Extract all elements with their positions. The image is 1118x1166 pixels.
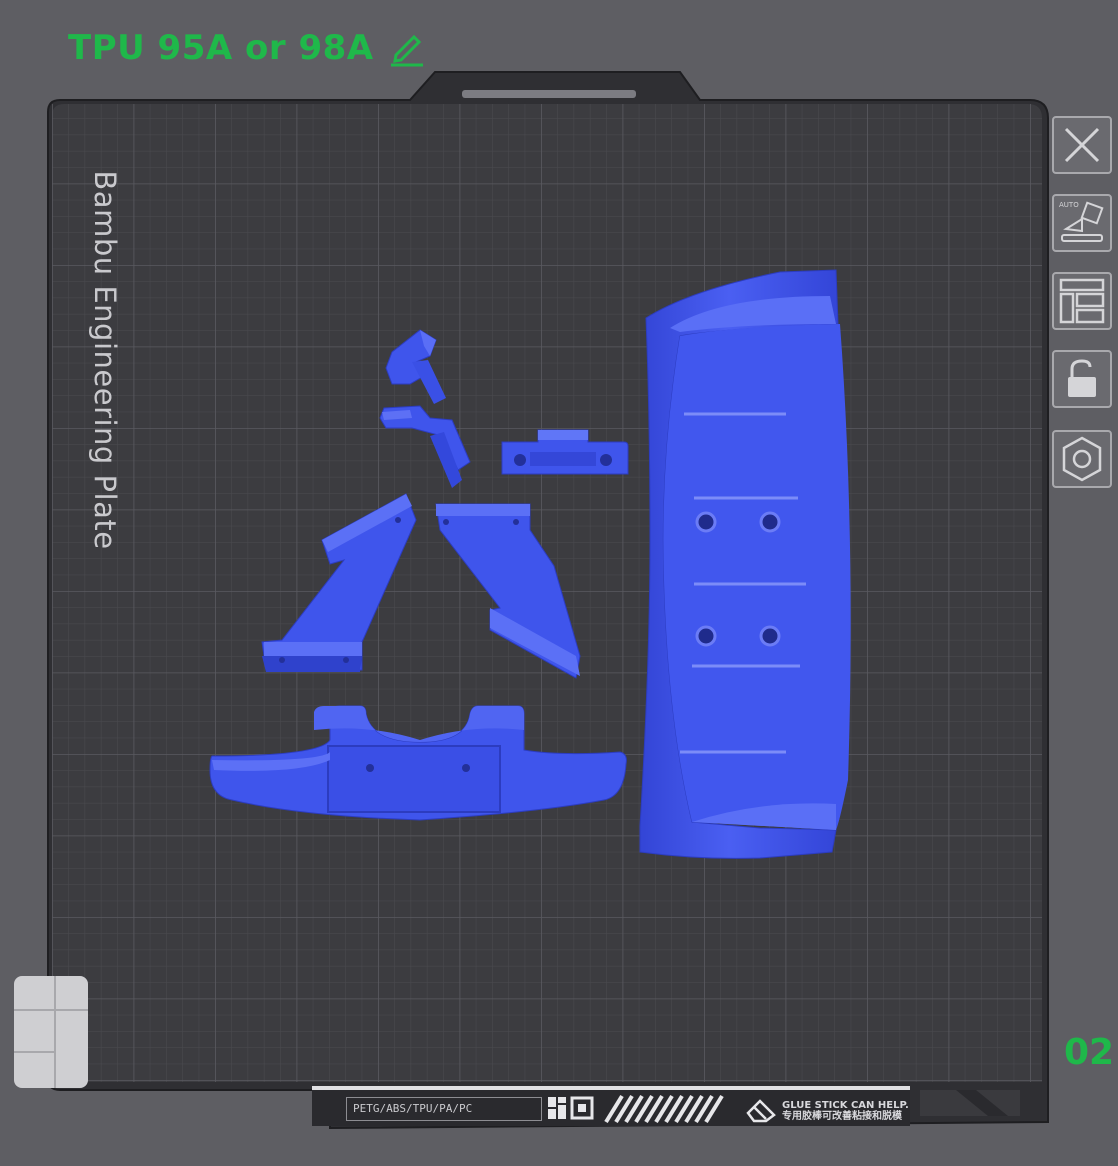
auto-orient-icon: AUTO <box>1059 201 1104 242</box>
auto-badge-text: AUTO <box>1059 201 1079 209</box>
arrange-button[interactable] <box>1052 272 1112 330</box>
plate-type-label: Bambu Engineering Plate <box>88 170 122 550</box>
plate-handle <box>462 90 636 98</box>
build-plate-viewport[interactable] <box>0 0 1118 1166</box>
arrange-icon <box>1059 278 1105 324</box>
glue-stick-note: GLUE STICK CAN HELP. 专用胶棒可改善粘接和脱模 <box>782 1100 909 1122</box>
auto-orient-button[interactable]: AUTO <box>1052 194 1112 252</box>
material-compat-label: PETG/ABS/TPU/PA/PC <box>346 1097 542 1121</box>
lock-plate-button[interactable] <box>1052 350 1112 408</box>
model-rear-wing[interactable] <box>639 269 851 859</box>
lock-icon <box>1068 359 1096 397</box>
corner-swatch <box>14 976 88 1088</box>
glue-note-en: GLUE STICK CAN HELP. <box>782 1100 909 1111</box>
plate-title-text[interactable]: TPU 95A or 98A <box>68 28 374 68</box>
close-icon <box>1064 127 1100 163</box>
plate-title[interactable]: TPU 95A or 98A <box>68 28 426 68</box>
glue-note-cn: 专用胶棒可改善粘接和脱模 <box>782 1111 902 1122</box>
close-plate-button[interactable] <box>1052 116 1112 174</box>
plate-number: 02 <box>1064 1032 1115 1073</box>
hex-settings-icon <box>1062 436 1102 482</box>
edit-pencil-icon[interactable] <box>388 29 426 67</box>
plate-settings-button[interactable] <box>1052 430 1112 488</box>
